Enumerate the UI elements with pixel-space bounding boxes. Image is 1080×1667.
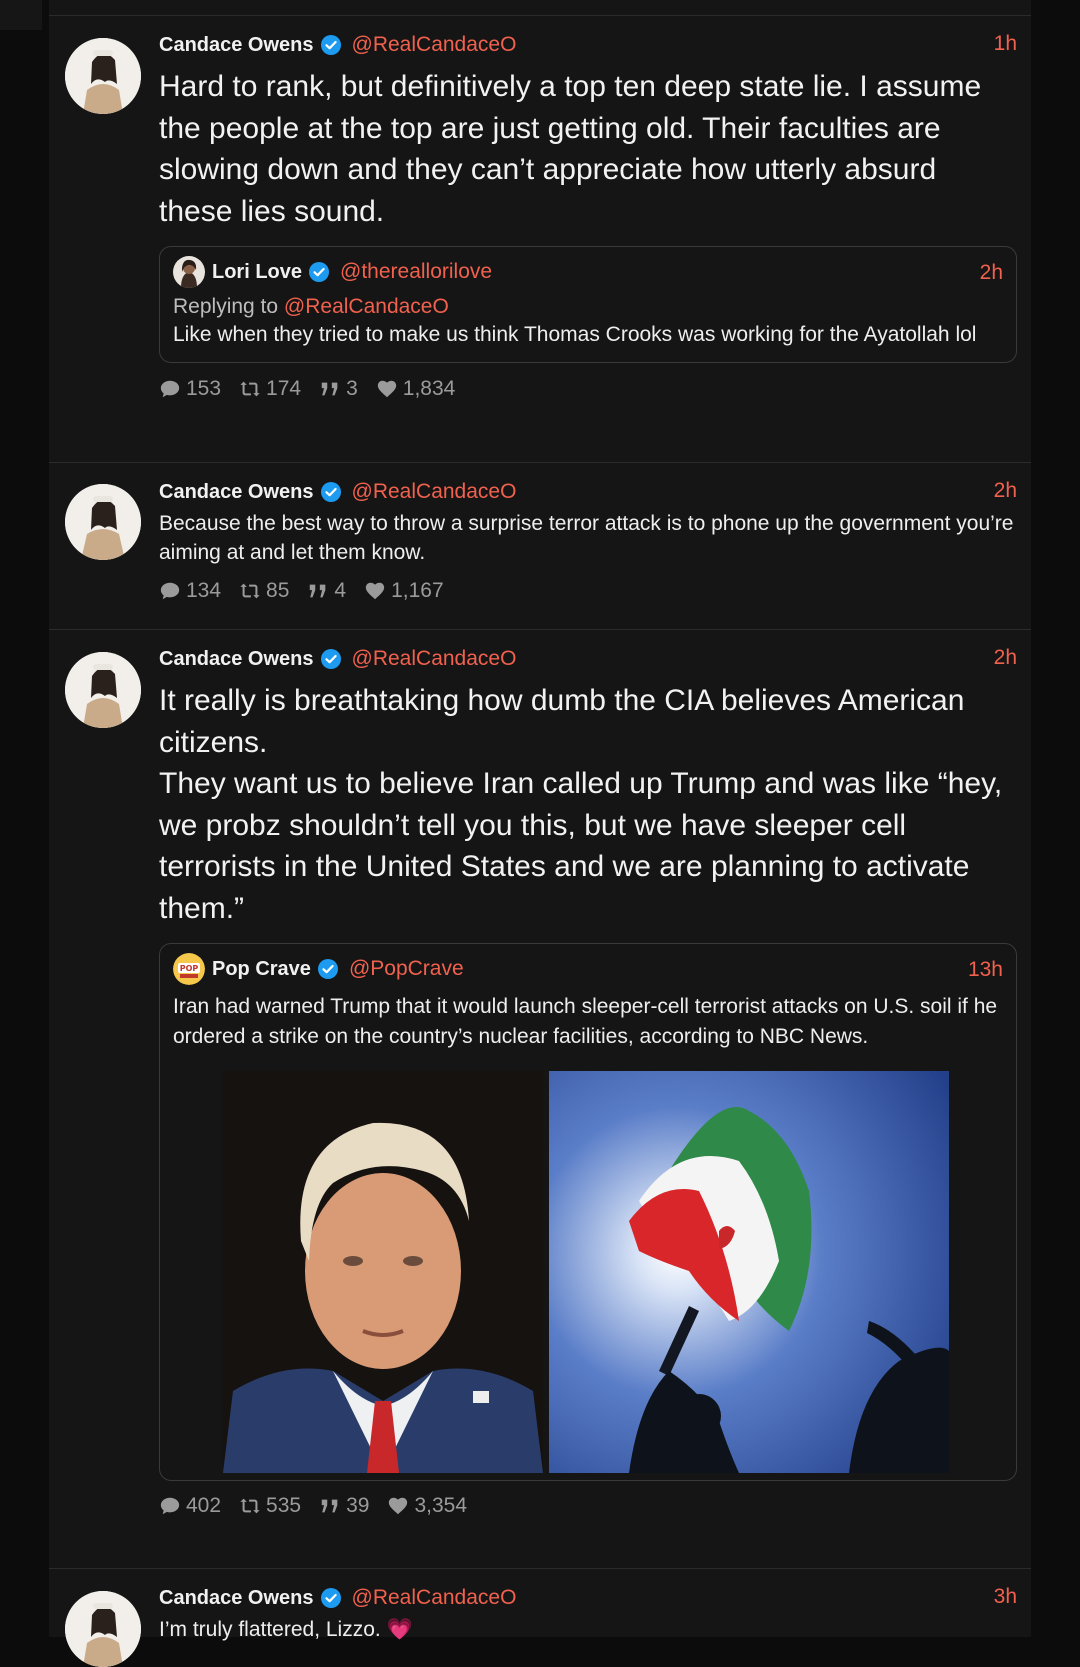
quote-button[interactable]: 3	[319, 377, 358, 401]
avatar[interactable]	[65, 484, 141, 560]
reply-count: 134	[186, 579, 222, 602]
author-name[interactable]: Candace Owens	[159, 1587, 314, 1610]
verified-badge-icon	[320, 34, 342, 56]
heart-icon	[389, 1497, 408, 1515]
repost-icon	[240, 1498, 260, 1514]
post-header: Candace Owens @RealCandaceO 2h	[159, 477, 1017, 507]
quote-author-name[interactable]: Lori Love	[212, 261, 302, 284]
quote-text: Like when they tried to make us think Th…	[173, 323, 977, 346]
quote-author-handle[interactable]: @PopCrave	[349, 957, 464, 981]
quote-author-handle[interactable]: @thereallorilove	[340, 260, 492, 284]
quote-count: 39	[346, 1494, 370, 1517]
post[interactable]: Candace Owens @RealCandaceO 1h Hard to r…	[49, 16, 1031, 463]
svg-text:POP: POP	[180, 964, 199, 973]
repost-count: 174	[266, 376, 302, 400]
replying-to: Replying to @RealCandaceO	[173, 295, 1003, 319]
reply-bubble-icon	[160, 582, 180, 600]
author-handle[interactable]: @RealCandaceO	[352, 647, 517, 671]
replying-handle[interactable]: @RealCandaceO	[284, 295, 449, 318]
post[interactable]: Candace Owens @RealCandaceO 3h I’m truly…	[49, 1569, 1031, 1667]
quote-text: Iran had warned Trump that it would laun…	[173, 995, 998, 1048]
heart-icon	[365, 582, 385, 600]
quote-header: POP Pop Crave @PopCrave	[173, 953, 1003, 985]
post-stats: 153 174 3 1,834	[159, 374, 1017, 404]
post-text: It really is breathtaking how dumb the C…	[159, 684, 1003, 925]
reply-button[interactable]: 402	[159, 1494, 221, 1518]
repost-button[interactable]: 174	[239, 377, 301, 401]
media-image-flag[interactable]	[549, 1071, 949, 1473]
quote-marks-icon	[321, 382, 338, 395]
reply-count: 402	[186, 1494, 222, 1517]
verified-badge-icon	[320, 648, 342, 670]
verified-badge-icon	[308, 261, 330, 283]
post-time[interactable]: 2h	[994, 479, 1017, 503]
media-image-portrait[interactable]	[223, 1071, 543, 1473]
author-handle[interactable]: @RealCandaceO	[352, 33, 517, 57]
like-count: 3,354	[414, 1494, 468, 1517]
quote-count: 3	[346, 376, 358, 400]
avatar[interactable]	[65, 652, 141, 728]
like-count: 1,167	[391, 579, 444, 602]
repost-icon	[240, 583, 260, 599]
reply-count: 153	[186, 376, 222, 400]
repost-button[interactable]: 85	[239, 579, 289, 603]
like-button[interactable]: 3,354	[387, 1494, 467, 1518]
quote-header: Lori Love @thereallorilove	[173, 256, 1003, 288]
reply-bubble-icon	[160, 380, 180, 397]
post-time[interactable]: 3h	[994, 1585, 1017, 1609]
post-text: Because the best way to throw a surprise…	[159, 512, 1014, 564]
like-button[interactable]: 1,834	[376, 376, 456, 401]
reply-bubble-icon	[160, 1497, 180, 1515]
quoted-post[interactable]: Lori Love @thereallorilove 2h Replying t…	[159, 246, 1017, 363]
post-header: Candace Owens @RealCandaceO 1h	[159, 30, 1017, 60]
repost-count: 85	[266, 579, 290, 602]
repost-button[interactable]: 535	[239, 1494, 301, 1518]
post-time[interactable]: 1h	[994, 32, 1017, 56]
reply-button[interactable]: 134	[159, 579, 221, 603]
author-name[interactable]: Candace Owens	[159, 648, 314, 671]
quote-author-name[interactable]: Pop Crave	[212, 958, 311, 981]
quote-time[interactable]: 13h	[968, 958, 1003, 982]
post-text: Hard to rank, but definitively a top ten…	[159, 70, 982, 228]
repost-count: 535	[266, 1494, 302, 1517]
quote-avatar[interactable]	[173, 256, 205, 288]
post-stats: 134 85 4 1,167	[159, 576, 1017, 606]
quote-button[interactable]: 39	[319, 1494, 369, 1518]
quote-time[interactable]: 2h	[980, 261, 1003, 285]
author-handle[interactable]: @RealCandaceO	[352, 480, 517, 504]
post[interactable]: Candace Owens @RealCandaceO 2h It really…	[49, 630, 1031, 1569]
repost-icon	[240, 381, 260, 396]
replying-prefix: Replying to	[173, 295, 279, 318]
quote-marks-icon	[310, 584, 326, 598]
post-feed: Candace Owens @RealCandaceO 1h Hard to r…	[49, 0, 1031, 1667]
author-name[interactable]: Candace Owens	[159, 34, 314, 57]
post-header: Candace Owens @RealCandaceO 2h	[159, 644, 1017, 674]
avatar[interactable]	[65, 38, 141, 114]
quote-avatar[interactable]: POP	[173, 953, 205, 985]
post[interactable]: Candace Owens @RealCandaceO 2h Because t…	[49, 463, 1031, 630]
quoted-post[interactable]: POP Pop Crave @PopCrave 13h Iran had war…	[159, 943, 1017, 1481]
reply-button[interactable]: 153	[159, 377, 221, 401]
post-stats: 402 535 39 3,354	[159, 1491, 1017, 1521]
heart-icon	[377, 380, 396, 397]
quote-marks-icon	[321, 1499, 338, 1513]
quote-media[interactable]	[223, 1071, 1003, 1473]
quote-button[interactable]: 4	[307, 579, 346, 603]
post-header: Candace Owens @RealCandaceO 3h	[159, 1583, 1017, 1613]
author-handle[interactable]: @RealCandaceO	[352, 1586, 517, 1610]
quote-count: 4	[334, 579, 347, 602]
author-name[interactable]: Candace Owens	[159, 481, 314, 504]
post-text: I’m truly flattered, Lizzo. 💗	[159, 1618, 413, 1641]
top-left-edge	[0, 0, 42, 30]
verified-badge-icon	[317, 958, 339, 980]
like-count: 1,834	[402, 376, 456, 400]
avatar[interactable]	[65, 1591, 141, 1667]
post-time[interactable]: 2h	[994, 646, 1017, 670]
like-button[interactable]: 1,167	[364, 579, 444, 603]
verified-badge-icon	[320, 481, 342, 503]
verified-badge-icon	[320, 1587, 342, 1609]
